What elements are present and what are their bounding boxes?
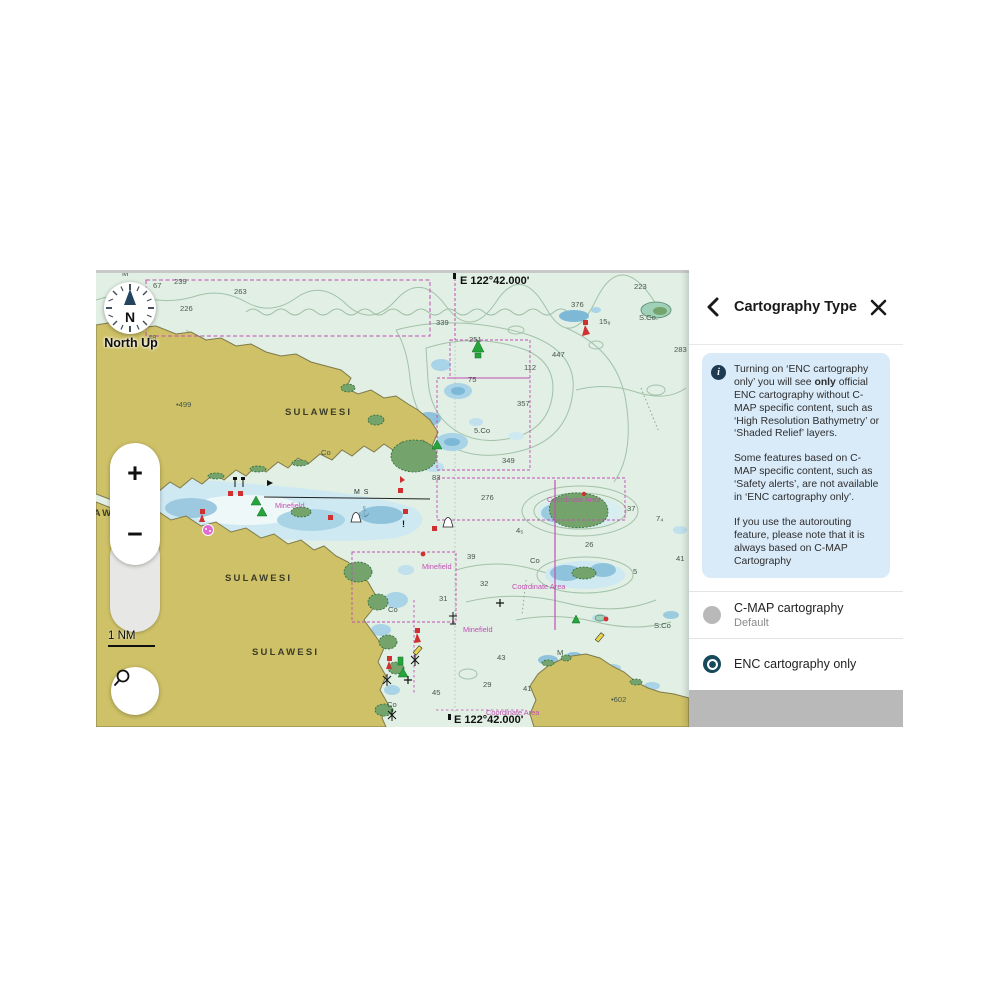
soundings-label: S.Co xyxy=(654,621,671,630)
compass-rose[interactable]: N xyxy=(104,282,156,334)
search-icon xyxy=(111,667,133,689)
mglabels-label: Minefield xyxy=(422,562,452,571)
close-button[interactable] xyxy=(868,297,889,318)
soundings-label: 15₉ xyxy=(599,317,610,326)
soundings-label: Co xyxy=(321,448,331,457)
places-label: SULAWESI xyxy=(252,647,319,658)
soundings-label: Co xyxy=(388,605,398,614)
soundings-label: 357 xyxy=(517,399,530,408)
soundings-label: 26 xyxy=(585,540,593,549)
mglabels-label: Coordinate Area xyxy=(512,582,566,591)
soundings-label: 447 xyxy=(552,350,565,359)
chartplotter-screenshot: M S xyxy=(96,270,903,727)
scale-bar: 1 NM xyxy=(108,630,155,647)
soundings-label: 349 xyxy=(502,456,515,465)
compass-north-letter: N xyxy=(125,309,135,325)
back-button[interactable] xyxy=(703,295,723,319)
close-icon xyxy=(870,299,887,316)
zoom-in-button[interactable]: + xyxy=(110,443,160,504)
option-cmap-cartography[interactable]: C-MAP cartography Default xyxy=(689,591,903,638)
grid-tick-bottom xyxy=(448,714,451,720)
soundings-label: 83 xyxy=(432,473,440,482)
caution-mark: ! xyxy=(402,519,405,529)
soundings-label: 37 xyxy=(627,504,635,513)
soundings-label: 339 xyxy=(436,318,449,327)
soundings-label: 5.Co xyxy=(474,426,490,435)
locate-button[interactable] xyxy=(110,576,160,632)
soundings-label: 263 xyxy=(234,287,247,296)
panel-header: Cartography Type xyxy=(689,270,903,345)
info-paragraph-2: Some features based on C-MAP specific co… xyxy=(734,453,880,505)
mglabels-label: Coordinate Area xyxy=(486,708,540,717)
radio-selected-icon[interactable] xyxy=(703,655,721,673)
soundings-label: 32 xyxy=(480,579,488,588)
soundings-label: •499 xyxy=(176,400,191,409)
soundings-label: 223 xyxy=(634,282,647,291)
anchorage-icon: ⚓ xyxy=(358,505,370,518)
info-icon: i xyxy=(711,365,726,380)
soundings-label: 283 xyxy=(674,345,687,354)
info-box: i Turning on ‘ENC cartography only’ you … xyxy=(702,353,890,578)
search-button[interactable] xyxy=(111,667,159,715)
zoom-control: + − xyxy=(110,443,160,565)
places-label: SULAWESI xyxy=(225,573,292,584)
soundings-label: M xyxy=(557,648,563,657)
soundings-label: 112 xyxy=(524,363,536,372)
soundings-label: 39 xyxy=(467,552,475,561)
option-enc-cartography-only[interactable]: ENC cartography only xyxy=(689,638,903,690)
orientation-label: North Up xyxy=(100,336,162,350)
places-label: SULAWESI xyxy=(285,407,352,418)
harbour-symbol xyxy=(203,525,214,536)
soundings-label: 7₄ xyxy=(656,514,663,523)
info-paragraph-3: If you use the autorouting feature, plea… xyxy=(734,517,880,569)
soundings-label: 4₅ xyxy=(516,526,523,535)
chevron-left-icon xyxy=(705,297,721,317)
panel-title: Cartography Type xyxy=(723,299,868,315)
cartography-type-panel: Cartography Type i Turning on ‘ENC carto… xyxy=(689,270,903,727)
option-sublabel: Default xyxy=(734,617,844,629)
soundings-label: 5 xyxy=(633,567,637,576)
mglabels-label: Minefield xyxy=(463,625,493,634)
radio-unselected-icon[interactable] xyxy=(703,606,721,624)
longitude-label-top: E 122°42.000' xyxy=(460,275,530,287)
zoom-out-button[interactable]: − xyxy=(110,504,160,565)
info-paragraph-1: Turning on ‘ENC cartography only’ you wi… xyxy=(734,364,880,441)
soundings-label: 239 xyxy=(174,277,187,286)
grid-tick-top xyxy=(453,272,456,279)
soundings-label: 45 xyxy=(432,688,440,697)
soundings-label: S.Co. xyxy=(639,313,658,322)
panel-footer-area xyxy=(689,690,903,727)
soundings-label: 41 xyxy=(676,554,684,563)
soundings-label: 276 xyxy=(481,493,494,502)
chart-svg[interactable]: M S xyxy=(96,270,689,727)
chart-map[interactable]: M S xyxy=(96,270,689,727)
soundings-label: Co xyxy=(530,556,540,565)
mglabels-label: Minefield xyxy=(275,501,305,510)
soundings-label: •602 xyxy=(611,695,626,704)
leading-line-label: M S xyxy=(354,489,369,496)
soundings-label: 41 xyxy=(523,684,531,693)
soundings-label: 226 xyxy=(180,304,193,313)
soundings-label: 251 xyxy=(469,335,482,344)
chart-edge-strip xyxy=(96,270,689,273)
soundings-label: 29 xyxy=(483,680,491,689)
soundings-label: 31 xyxy=(439,594,447,603)
soundings-label: Co xyxy=(387,700,397,709)
soundings-label: 75 xyxy=(468,375,476,384)
option-label: C-MAP cartography xyxy=(734,601,844,615)
mglabels-label: Coordinate Area xyxy=(547,495,601,504)
soundings-label: 376 xyxy=(571,300,584,309)
info-text: Turning on ‘ENC cartography only’ you wi… xyxy=(734,364,880,568)
option-label: ENC cartography only xyxy=(734,657,856,671)
soundings-label: 43 xyxy=(497,653,505,662)
